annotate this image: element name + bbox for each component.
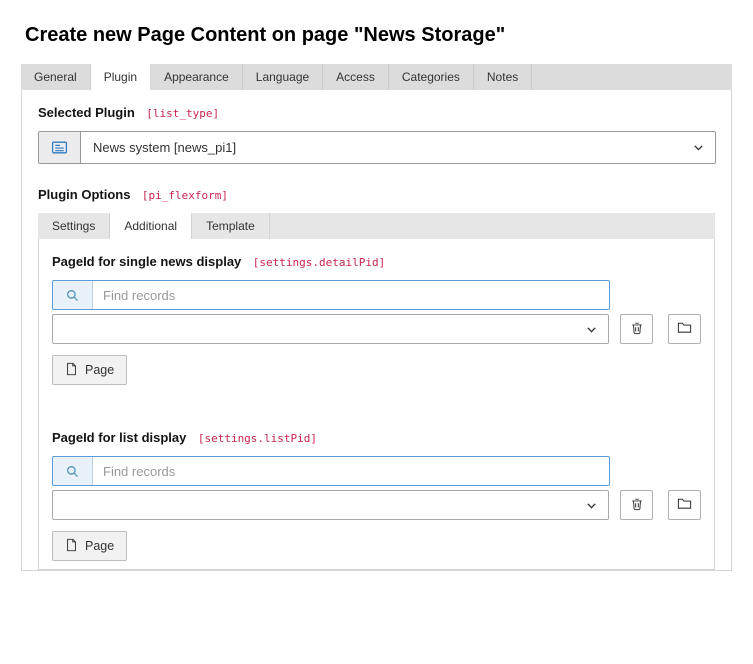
field-list-pid: PageId for list display [settings.listPi… [52, 429, 701, 561]
chevron-down-icon [682, 141, 715, 154]
trash-icon [630, 321, 644, 338]
folder-icon [677, 496, 692, 514]
page-icon [65, 538, 78, 555]
tab-additional[interactable]: Additional [110, 213, 192, 239]
detail-pid-browse-button[interactable] [668, 314, 701, 344]
list-pid-label: PageId for list display [52, 430, 186, 445]
list-pid-search-input[interactable] [93, 457, 609, 485]
form-tabbar: General Plugin Appearance Language Acces… [21, 64, 732, 90]
list-pid-search-group [52, 456, 610, 486]
plugin-options-code: [pi_flexform] [142, 189, 228, 202]
detail-pid-delete-button[interactable] [620, 314, 653, 344]
search-icon [53, 457, 93, 485]
selected-plugin-label-row: Selected Plugin [list_type] [38, 104, 715, 122]
selected-plugin-label: Selected Plugin [38, 105, 135, 120]
detail-pid-search-group [52, 280, 610, 310]
chevron-down-icon [575, 499, 608, 512]
page-icon [65, 362, 78, 379]
list-pid-page-button[interactable]: Page [52, 531, 127, 561]
plugin-options-label: Plugin Options [38, 187, 130, 202]
tab-categories[interactable]: Categories [389, 64, 474, 90]
plugin-tab-panel: Selected Plugin [list_type] News system … [21, 90, 732, 571]
detail-pid-label: PageId for single news display [52, 254, 241, 269]
list-pid-delete-button[interactable] [620, 490, 653, 520]
page-button-label: Page [85, 363, 114, 377]
tab-access[interactable]: Access [323, 64, 389, 90]
tab-general[interactable]: General [21, 64, 91, 90]
form-area: General Plugin Appearance Language Acces… [21, 64, 732, 571]
detail-pid-search-input[interactable] [93, 281, 609, 309]
detail-pid-code: [settings.detailPid] [253, 256, 385, 269]
trash-icon [630, 497, 644, 514]
tab-notes[interactable]: Notes [474, 64, 532, 90]
selected-plugin-code: [list_type] [146, 107, 219, 120]
list-pid-browse-button[interactable] [668, 490, 701, 520]
tab-template[interactable]: Template [192, 213, 270, 239]
chevron-down-icon [575, 323, 608, 336]
additional-tab-panel: PageId for single news display [settings… [38, 239, 715, 570]
field-detail-pid: PageId for single news display [settings… [52, 253, 701, 385]
tab-appearance[interactable]: Appearance [151, 64, 243, 90]
plugin-options-label-row: Plugin Options [pi_flexform] [38, 186, 715, 204]
detail-pid-page-button[interactable]: Page [52, 355, 127, 385]
list-pid-record-select[interactable] [52, 490, 609, 520]
flexform-tabbar: Settings Additional Template [38, 213, 715, 239]
tab-settings[interactable]: Settings [38, 213, 110, 239]
list-pid-code: [settings.listPid] [198, 432, 317, 445]
page-button-label: Page [85, 539, 114, 553]
tab-language[interactable]: Language [243, 64, 323, 90]
selected-plugin-value: News system [news_pi1] [81, 140, 682, 155]
search-icon [53, 281, 93, 309]
tab-plugin[interactable]: Plugin [91, 64, 151, 90]
folder-icon [677, 320, 692, 338]
detail-pid-record-select[interactable] [52, 314, 609, 344]
page-title: Create new Page Content on page "News St… [25, 24, 728, 47]
selected-plugin-select[interactable]: News system [news_pi1] [38, 131, 716, 164]
plugin-icon [39, 132, 81, 163]
